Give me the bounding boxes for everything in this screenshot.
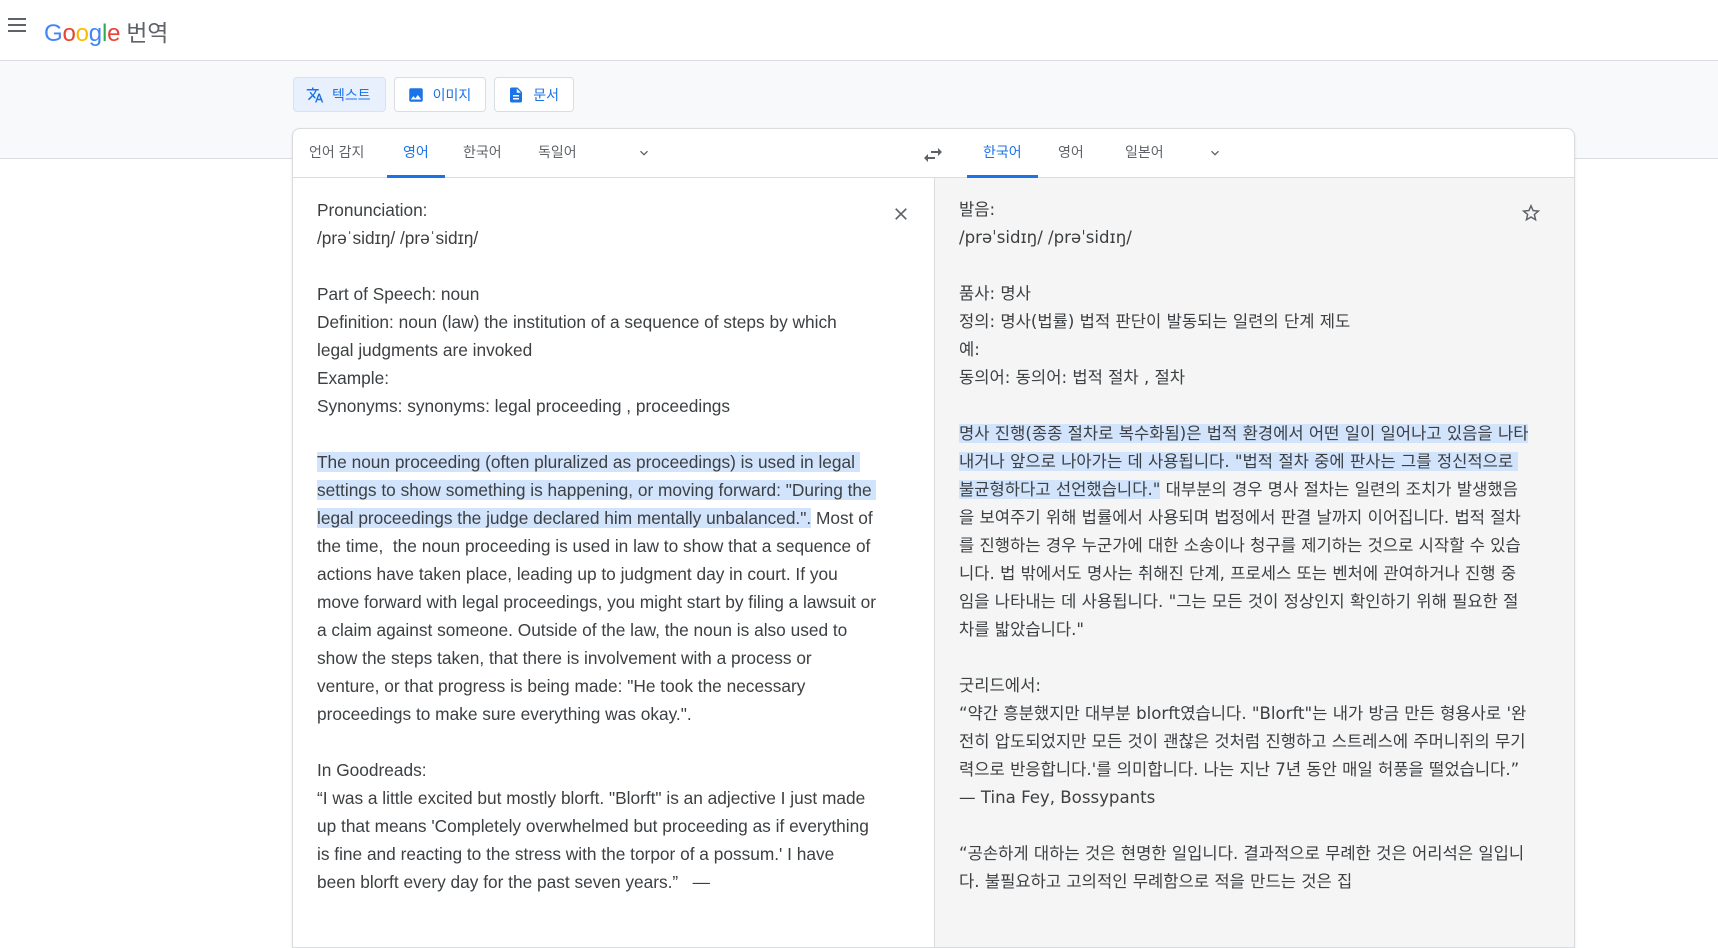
logo-letter: e: [107, 20, 121, 47]
save-translation-star-icon[interactable]: [1520, 202, 1542, 224]
target-lang-japanese[interactable]: 일본어: [1109, 129, 1180, 178]
google-logo[interactable]: Google 번역: [44, 14, 168, 48]
source-text-intro: Pronunciation: /prəˈsidɪŋ/ /prəˈsidɪŋ/ P…: [317, 200, 837, 416]
source-lang-chevron-down-icon[interactable]: [636, 145, 652, 161]
logo-letter: o: [62, 20, 76, 47]
image-mode-label: 이미지: [432, 86, 472, 103]
translate-icon: [306, 87, 324, 102]
source-lang-korean[interactable]: 한국어: [447, 129, 518, 178]
app-header: Google 번역: [0, 0, 1718, 61]
source-lang-detect[interactable]: 언어 감지: [293, 129, 380, 178]
menu-icon[interactable]: [8, 18, 26, 32]
image-icon: [408, 87, 423, 102]
document-icon: [510, 87, 523, 102]
text-mode-button[interactable]: 텍스트: [293, 77, 386, 112]
image-mode-button[interactable]: 이미지: [393, 77, 487, 112]
logo-letter: o: [75, 20, 89, 47]
target-lang-english[interactable]: 영어: [1042, 129, 1100, 178]
target-lang-korean[interactable]: 한국어: [967, 129, 1038, 178]
source-text-highlight: The noun proceeding (often pluralized as…: [317, 452, 877, 528]
translation-card: 언어 감지 영어 한국어 독일어 한국어 영어 일본어 Pronunciatio…: [292, 128, 1575, 948]
translated-text-intro: 발음: /prəˈsidɪŋ/ /prəˈsidɪŋ/ 품사: 명사 정의: 명…: [959, 200, 1351, 387]
clear-text-close-icon[interactable]: [891, 204, 911, 224]
document-mode-label: 문서: [533, 86, 560, 103]
translated-text: 발음: /prəˈsidɪŋ/ /prəˈsidɪŋ/ 품사: 명사 정의: 명…: [959, 196, 1529, 896]
translated-text-body: 대부분의 경우 명사 절차는 일련의 조치가 발생했음을 보여주기 위해 법률에…: [959, 480, 1527, 891]
logo-letter: g: [88, 20, 102, 47]
source-text[interactable]: Pronunciation: /prəˈsidɪŋ/ /prəˈsidɪŋ/ P…: [317, 196, 877, 896]
target-lang-chevron-down-icon[interactable]: [1207, 145, 1223, 161]
source-text-body: Most of the time, the noun proceeding is…: [317, 508, 877, 892]
document-mode-button[interactable]: 문서: [494, 77, 575, 112]
source-text-pane[interactable]: Pronunciation: /prəˈsidɪŋ/ /prəˈsidɪŋ/ P…: [293, 178, 934, 947]
translation-pane: 발음: /prəˈsidɪŋ/ /prəˈsidɪŋ/ 품사: 명사 정의: 명…: [934, 178, 1574, 947]
source-lang-german[interactable]: 독일어: [522, 129, 593, 178]
language-bar: 언어 감지 영어 한국어 독일어 한국어 영어 일본어: [293, 129, 1574, 178]
text-mode-label: 텍스트: [332, 86, 371, 103]
product-name: 번역: [126, 20, 169, 46]
logo-letter: G: [44, 20, 63, 47]
source-lang-english[interactable]: 영어: [387, 129, 445, 178]
mode-buttons: 텍스트 이미지 문서: [293, 77, 575, 112]
swap-languages-icon[interactable]: [921, 143, 945, 167]
